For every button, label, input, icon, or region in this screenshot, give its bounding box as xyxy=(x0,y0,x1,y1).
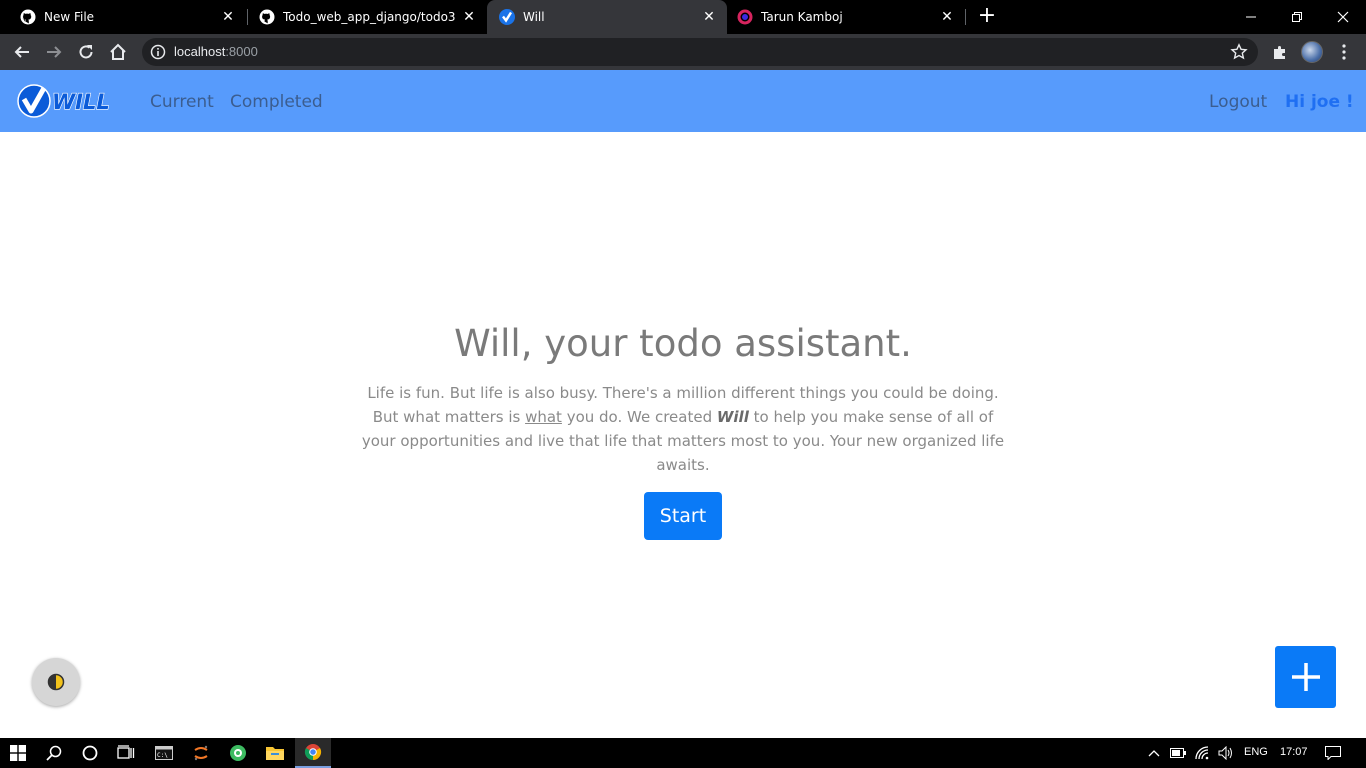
battery-status[interactable] xyxy=(1167,738,1189,768)
reload-button[interactable] xyxy=(74,40,98,64)
browser-toolbar: localhost:8000 xyxy=(0,34,1366,70)
browser-tab-tarun-kamboj[interactable]: Tarun Kamboj ✕ xyxy=(727,0,965,34)
taskbar-chrome[interactable] xyxy=(295,738,331,768)
action-center-button[interactable] xyxy=(1318,738,1348,768)
add-todo-button[interactable] xyxy=(1275,646,1336,708)
browser-menu-button[interactable] xyxy=(1332,40,1356,64)
taskbar-cmd[interactable]: C:\ xyxy=(146,738,182,768)
hero-emphasis-will: Will xyxy=(716,408,749,426)
will-favicon xyxy=(499,9,515,25)
minimize-icon xyxy=(1246,16,1256,18)
hero-emphasis-what: what xyxy=(525,408,562,426)
plus-icon xyxy=(1291,663,1320,691)
restore-icon xyxy=(1292,12,1302,22)
browser-tab-todo3[interactable]: Todo_web_app_django/todo3.png ✕ xyxy=(239,0,487,34)
task-view-button[interactable] xyxy=(108,738,144,768)
cortana-ring-icon xyxy=(82,745,98,761)
volume-status[interactable] xyxy=(1214,738,1238,768)
network-status[interactable] xyxy=(1191,738,1215,768)
theme-toggle-button[interactable] xyxy=(32,658,80,706)
app-navbar: WILL Current Completed Logout Hi joe ! xyxy=(0,70,1366,132)
start-menu-button[interactable] xyxy=(0,738,36,768)
wifi-icon xyxy=(1195,746,1209,760)
hero-title: Will, your todo assistant. xyxy=(454,322,912,365)
battery-icon xyxy=(1170,748,1186,758)
back-button[interactable] xyxy=(10,40,34,64)
nav-link-logout[interactable]: Logout xyxy=(1209,92,1267,112)
arrow-left-icon xyxy=(14,46,29,58)
chrome-icon xyxy=(304,744,322,761)
nav-link-completed[interactable]: Completed xyxy=(230,92,323,112)
brand-text: WILL xyxy=(52,90,110,114)
user-greeting[interactable]: Hi joe ! xyxy=(1285,92,1354,112)
start-button[interactable]: Start xyxy=(644,492,722,540)
info-icon[interactable] xyxy=(150,44,166,60)
close-tab-icon[interactable]: ✕ xyxy=(939,9,955,25)
profile-button[interactable] xyxy=(1300,40,1324,64)
command-prompt-icon: C:\ xyxy=(155,746,173,760)
cortana-button[interactable] xyxy=(72,738,108,768)
taskbar-app-green[interactable] xyxy=(220,738,256,768)
close-icon xyxy=(1337,11,1349,23)
search-button[interactable] xyxy=(36,738,72,768)
github-icon xyxy=(20,9,36,25)
restore-button[interactable] xyxy=(1274,0,1320,34)
half-moon-icon xyxy=(47,673,65,691)
github-icon xyxy=(259,9,275,25)
tab-divider xyxy=(965,9,966,25)
address-bar[interactable]: localhost:8000 xyxy=(142,38,1258,66)
close-tab-icon[interactable]: ✕ xyxy=(701,9,717,25)
tab-title: Todo_web_app_django/todo3.png xyxy=(283,10,455,24)
browser-tab-will[interactable]: Will ✕ xyxy=(487,0,727,34)
minimize-button[interactable] xyxy=(1228,0,1274,34)
close-tab-icon[interactable]: ✕ xyxy=(461,9,477,25)
puzzle-icon xyxy=(1274,46,1285,59)
speaker-icon xyxy=(1218,746,1232,760)
notification-icon xyxy=(1325,746,1341,760)
hero-description: Life is fun. But life is also busy. Ther… xyxy=(360,381,1006,477)
home-icon xyxy=(110,43,126,60)
reload-icon xyxy=(79,45,93,59)
will-logo[interactable]: WILL xyxy=(16,84,126,118)
browser-tab-strip: New File ✕ Todo_web_app_django/todo3.png… xyxy=(0,0,1366,34)
close-window-button[interactable] xyxy=(1320,0,1366,34)
windows-icon xyxy=(10,745,26,761)
green-globe-icon xyxy=(230,745,246,761)
logo-checkmark-icon: WILL xyxy=(17,84,110,118)
task-view-icon xyxy=(117,745,135,759)
avatar xyxy=(1301,41,1323,63)
new-tab-button[interactable]: + xyxy=(977,5,997,27)
clock[interactable]: 17:07 xyxy=(1280,746,1308,758)
tab-title: Will xyxy=(523,10,545,24)
opera-ring-icon xyxy=(737,9,753,25)
svg-text:C:\: C:\ xyxy=(157,752,168,759)
browser-tab-new-file[interactable]: New File ✕ xyxy=(0,0,246,34)
bookmark-star-icon[interactable] xyxy=(1230,43,1248,61)
extensions-button[interactable] xyxy=(1268,40,1292,64)
tab-title: New File xyxy=(44,10,95,24)
chevron-up-icon xyxy=(1148,750,1160,757)
show-hidden-icons-button[interactable] xyxy=(1143,738,1165,768)
arrow-right-icon xyxy=(47,46,62,58)
hero-text-part: you do. We created xyxy=(561,408,717,426)
close-tab-icon[interactable]: ✕ xyxy=(220,9,236,25)
tab-title: Tarun Kamboj xyxy=(761,10,843,24)
kebab-menu-icon xyxy=(1342,44,1346,60)
folder-icon xyxy=(266,747,284,760)
input-language[interactable]: ENG xyxy=(1244,746,1268,758)
home-button[interactable] xyxy=(106,40,130,64)
search-icon xyxy=(46,745,62,761)
taskbar-file-explorer[interactable] xyxy=(257,738,293,768)
forward-button[interactable] xyxy=(42,40,66,64)
nav-link-current[interactable]: Current xyxy=(150,92,214,112)
jupyter-icon xyxy=(194,745,208,761)
windows-taskbar: C:\ ENG 17:07 xyxy=(0,738,1366,768)
url-text: localhost:8000 xyxy=(174,44,258,59)
taskbar-jupyter[interactable] xyxy=(183,738,219,768)
